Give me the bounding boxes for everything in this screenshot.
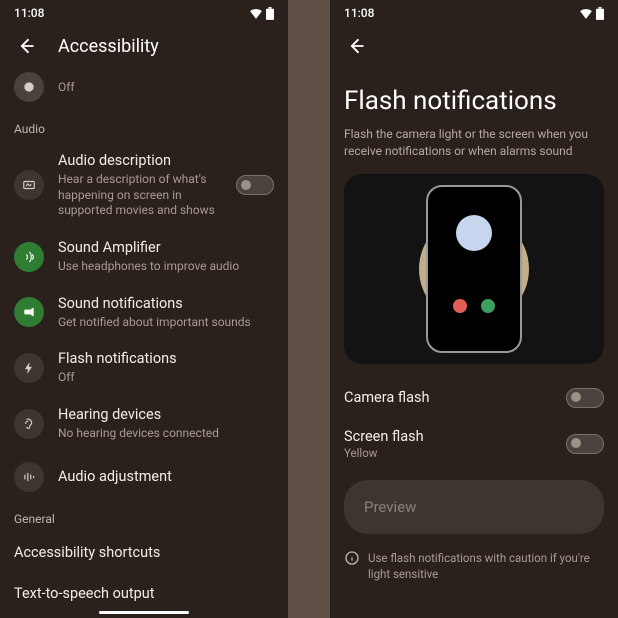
sound-notifications-row[interactable]: Sound notifications Get notified about i… [14,285,274,341]
status-right-icons [579,7,604,20]
setting-title: Camera flash [344,389,429,406]
row-title: Flash notifications [58,350,274,368]
row-sub: No hearing devices connected [58,426,274,442]
audio-adjustment-row[interactable]: Audio adjustment [14,452,274,502]
flash-notifications-screen: 11:08 Flash notifications Flash the came… [330,0,618,618]
status-right-icons [249,7,274,20]
page-subtitle: Flash the camera light or the screen whe… [344,126,604,174]
page-title: Flash notifications [344,68,604,126]
row-sub: Get notified about important sounds [58,315,274,331]
accessibility-screen: 11:08 Accessibility Off Audio Audio des [0,0,288,618]
arrow-back-icon [16,36,36,56]
sound-amplifier-row[interactable]: Sound Amplifier Use headphones to improv… [14,229,274,285]
battery-icon [266,7,274,20]
row-sub: Use headphones to improve audio [58,259,274,275]
camera-flash-toggle[interactable] [566,388,604,408]
arrow-back-icon [346,36,366,56]
status-time: 11:08 [344,6,374,20]
row-sub: Off [58,370,274,386]
status-bar: 11:08 [330,0,618,24]
previous-item-icon [14,72,44,102]
row-title: Audio adjustment [58,468,274,486]
page-content[interactable]: Flash notifications Flash the camera lig… [330,68,618,582]
text-to-speech-row[interactable]: Text-to-speech output [14,573,274,605]
accessibility-shortcuts-row[interactable]: Accessibility shortcuts [14,532,274,573]
battery-icon [596,7,604,20]
illustration-phone-outline [426,185,522,353]
hearing-devices-row[interactable]: Hearing devices No hearing devices conne… [14,396,274,452]
app-bar: Accessibility [0,24,288,68]
gesture-nav-handle[interactable] [99,611,189,614]
row-title: Sound notifications [58,295,274,313]
app-bar [330,24,618,68]
screen-flash-row[interactable]: Screen flash Yellow [344,418,604,470]
info-text: Use flash notifications with caution if … [368,550,604,582]
illustration [344,174,604,364]
flash-icon [14,353,44,383]
audio-adjustment-icon [14,462,44,492]
audio-description-icon [14,170,44,200]
flash-notifications-row[interactable]: Flash notifications Off [14,340,274,396]
setting-sub: Yellow [344,446,424,460]
audio-description-toggle[interactable] [236,175,274,195]
camera-flash-row[interactable]: Camera flash [344,378,604,418]
row-sub: Hear a description of what's happening o… [58,172,222,219]
section-label-audio: Audio [14,112,274,142]
info-icon [344,550,360,566]
setting-title: Screen flash [344,428,424,445]
wifi-icon [249,7,263,19]
info-row: Use flash notifications with caution if … [344,534,604,582]
sound-notifications-icon [14,297,44,327]
row-title: Sound Amplifier [58,239,274,257]
illustration-camera-lens [456,215,492,251]
audio-description-row[interactable]: Audio description Hear a description of … [14,142,274,229]
row-title: Hearing devices [58,406,274,424]
row-title: Audio description [58,152,222,170]
status-bar: 11:08 [0,0,288,24]
settings-list[interactable]: Off Audio Audio description Hear a descr… [0,68,288,605]
sound-amplifier-icon [14,242,44,272]
screen-flash-toggle[interactable] [566,434,604,454]
app-title: Accessibility [58,36,159,57]
partial-previous-item[interactable]: Off [14,68,274,112]
illustration-green-dot [481,299,495,313]
section-label-general: General [14,502,274,532]
back-button[interactable] [14,34,38,58]
preview-button[interactable]: Preview [344,480,604,534]
back-button[interactable] [344,34,368,58]
wifi-icon [579,7,593,19]
previous-item-status: Off [58,80,274,96]
illustration-red-dot [453,299,467,313]
hearing-devices-icon [14,409,44,439]
status-time: 11:08 [14,6,44,20]
